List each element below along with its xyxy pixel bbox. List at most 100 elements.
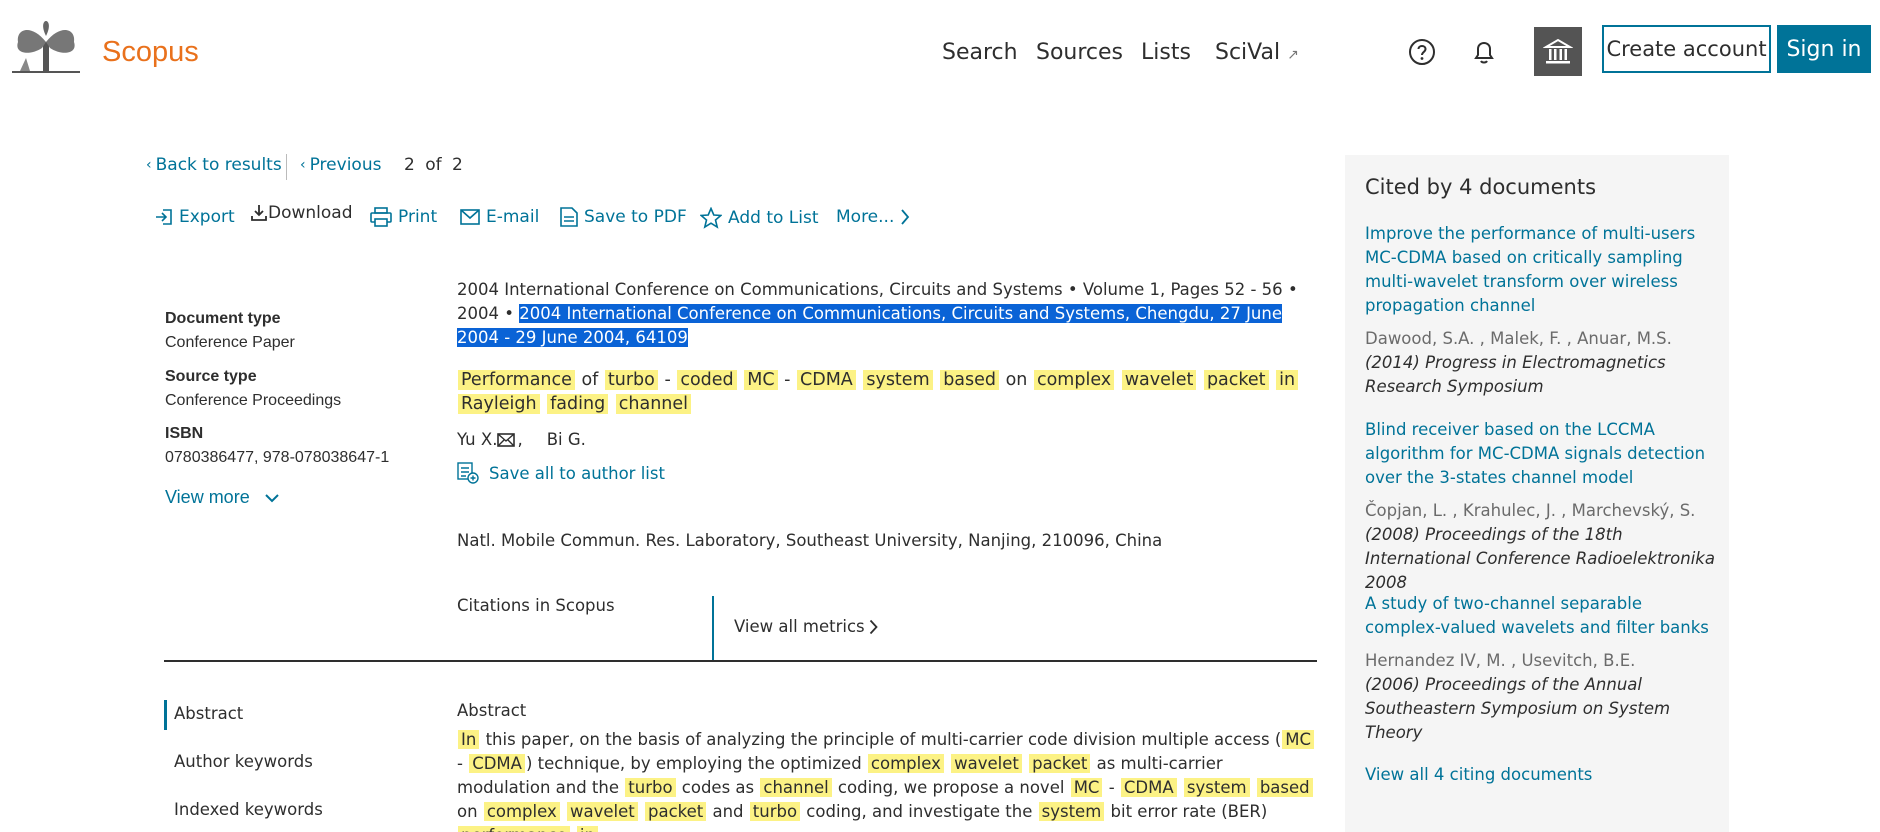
doc-type-value: Conference Paper bbox=[165, 334, 295, 351]
highlighted-term: Performance bbox=[458, 370, 575, 390]
source-type-label: Source type bbox=[165, 368, 257, 385]
author-list: Yu X. , Bi G. bbox=[457, 430, 1312, 449]
highlighted-term: CDMA bbox=[1120, 778, 1177, 797]
more-button[interactable]: More... bbox=[836, 207, 910, 227]
text-fragment bbox=[561, 802, 566, 821]
text-fragment bbox=[1197, 370, 1203, 390]
highlighted-term: coded bbox=[677, 370, 737, 390]
text-fragment bbox=[1178, 778, 1183, 797]
download-button[interactable]: Download bbox=[250, 203, 353, 223]
printer-icon bbox=[370, 207, 392, 227]
text-fragment bbox=[571, 826, 576, 832]
email-button[interactable]: E-mail bbox=[460, 207, 539, 227]
export-button[interactable]: Export bbox=[155, 207, 235, 227]
print-button[interactable]: Print bbox=[370, 207, 437, 227]
text-fragment: - bbox=[1103, 778, 1120, 797]
view-all-citing-documents-link[interactable]: View all 4 citing documents bbox=[1365, 765, 1592, 784]
highlighted-term: CDMA bbox=[797, 370, 856, 390]
chevron-right-icon bbox=[901, 209, 910, 225]
text-fragment bbox=[857, 370, 863, 390]
document-title: Performance of turbo - coded MC - CDMA s… bbox=[457, 368, 1312, 416]
abstract-text: In this paper, on the basis of analyzing… bbox=[457, 728, 1317, 832]
nav-sources[interactable]: Sources bbox=[1036, 40, 1123, 65]
text-fragment: of bbox=[575, 370, 604, 390]
highlighted-term: CDMA bbox=[469, 754, 525, 773]
view-all-metrics-link[interactable]: View all metrics bbox=[734, 617, 878, 636]
save-pdf-button[interactable]: Save to PDF bbox=[560, 207, 687, 227]
nav-search[interactable]: Search bbox=[942, 40, 1018, 65]
section-nav-abstract[interactable]: Abstract bbox=[174, 704, 243, 723]
text-fragment: codes as bbox=[676, 778, 760, 797]
add-to-list-label: Add to List bbox=[728, 208, 819, 228]
sign-in-button[interactable]: Sign in bbox=[1777, 25, 1871, 73]
citing-doc-title[interactable]: Improve the performance of multi-users M… bbox=[1365, 222, 1715, 318]
save-pdf-label: Save to PDF bbox=[584, 207, 687, 227]
elsevier-tree-logo[interactable] bbox=[12, 14, 80, 74]
envelope-icon[interactable] bbox=[497, 432, 516, 447]
citing-doc-source: (2008) Proceedings of the 18th Internati… bbox=[1365, 525, 1715, 592]
export-label: Export bbox=[179, 207, 235, 227]
highlighted-term: packet bbox=[1203, 370, 1269, 390]
citing-doc-authors: Dawood, S.A. , Malek, F. , Anuar, M.S. bbox=[1365, 329, 1672, 348]
text-fragment bbox=[934, 370, 940, 390]
chevron-down-icon bbox=[264, 493, 279, 502]
chevron-left-icon: ‹ bbox=[146, 157, 152, 173]
highlighted-term: In bbox=[458, 730, 480, 749]
text-fragment bbox=[1023, 754, 1028, 773]
text-fragment: - bbox=[658, 370, 677, 390]
scopus-logo[interactable]: Scopus bbox=[102, 36, 199, 69]
highlighted-term: MC bbox=[744, 370, 778, 390]
author-link[interactable]: Bi G. bbox=[547, 430, 586, 449]
citing-doc-title[interactable]: Blind receiver based on the LCCMA algori… bbox=[1365, 418, 1715, 490]
create-account-button[interactable]: Create account bbox=[1602, 25, 1771, 73]
highlighted-term: turbo bbox=[625, 778, 676, 797]
view-more-button[interactable]: View more bbox=[165, 487, 280, 508]
highlighted-term: channel bbox=[760, 778, 832, 797]
chevron-right-icon bbox=[869, 619, 878, 634]
author-link[interactable]: Yu X. bbox=[457, 430, 497, 449]
highlighted-term: MC bbox=[1070, 778, 1103, 797]
text-fragment: coding, we propose a novel bbox=[832, 778, 1070, 797]
text-fragment: ) technique, by employing the optimized bbox=[525, 754, 867, 773]
bell-icon[interactable] bbox=[1466, 34, 1502, 70]
cited-by-panel: Cited by 4 documents Improve the perform… bbox=[1345, 155, 1729, 832]
star-icon bbox=[700, 207, 722, 229]
text-fragment: on bbox=[457, 802, 483, 821]
section-nav-author-keywords[interactable]: Author keywords bbox=[174, 752, 313, 771]
text-fragment: coding, and investigate the bbox=[801, 802, 1038, 821]
text-fragment bbox=[1270, 370, 1276, 390]
active-section-indicator bbox=[164, 700, 167, 730]
institution-icon[interactable] bbox=[1534, 27, 1582, 76]
view-more-label: View more bbox=[165, 487, 250, 507]
nav-lists[interactable]: Lists bbox=[1141, 40, 1191, 65]
text-fragment: and bbox=[707, 802, 749, 821]
nav-scival[interactable]: SciVal ↗ bbox=[1215, 40, 1299, 65]
section-nav-indexed-keywords[interactable]: Indexed keywords bbox=[174, 800, 323, 819]
citing-doc-authors: Čopjan, L. , Krahulec, J. , Marchevský, … bbox=[1365, 501, 1696, 520]
highlighted-term: wavelet bbox=[951, 754, 1022, 773]
source-title[interactable]: 2004 International Conference on Communi… bbox=[457, 280, 1063, 299]
text-fragment bbox=[945, 754, 950, 773]
back-to-results-label: Back to results bbox=[155, 155, 282, 175]
view-all-metrics-label: View all metrics bbox=[734, 617, 865, 636]
highlighted-term: wavelet bbox=[1121, 370, 1197, 390]
more-label: More... bbox=[836, 207, 895, 227]
highlighted-term: channel bbox=[615, 394, 692, 414]
highlighted-term: system bbox=[1038, 802, 1105, 821]
save-all-authors-button[interactable]: Save all to author list bbox=[457, 462, 1312, 484]
bullet: • bbox=[1067, 280, 1083, 299]
highlighted-term: packet bbox=[644, 802, 707, 821]
envelope-icon bbox=[460, 209, 480, 225]
help-icon[interactable] bbox=[1404, 34, 1440, 70]
add-to-list-icon bbox=[457, 462, 479, 484]
metrics-divider bbox=[712, 596, 714, 662]
citing-doc-title[interactable]: A study of two-channel separable complex… bbox=[1365, 592, 1715, 640]
text-fragment: bit error rate (BER) bbox=[1105, 802, 1268, 821]
external-arrow-icon: ↗ bbox=[1287, 47, 1299, 63]
pdf-icon bbox=[560, 207, 578, 227]
previous-link[interactable]: ‹ Previous bbox=[300, 155, 381, 175]
add-to-list-button[interactable]: Add to List bbox=[700, 207, 819, 229]
back-to-results-link[interactable]: ‹ Back to results bbox=[146, 155, 282, 175]
email-label: E-mail bbox=[486, 207, 540, 227]
abstract-heading: Abstract bbox=[457, 701, 527, 720]
